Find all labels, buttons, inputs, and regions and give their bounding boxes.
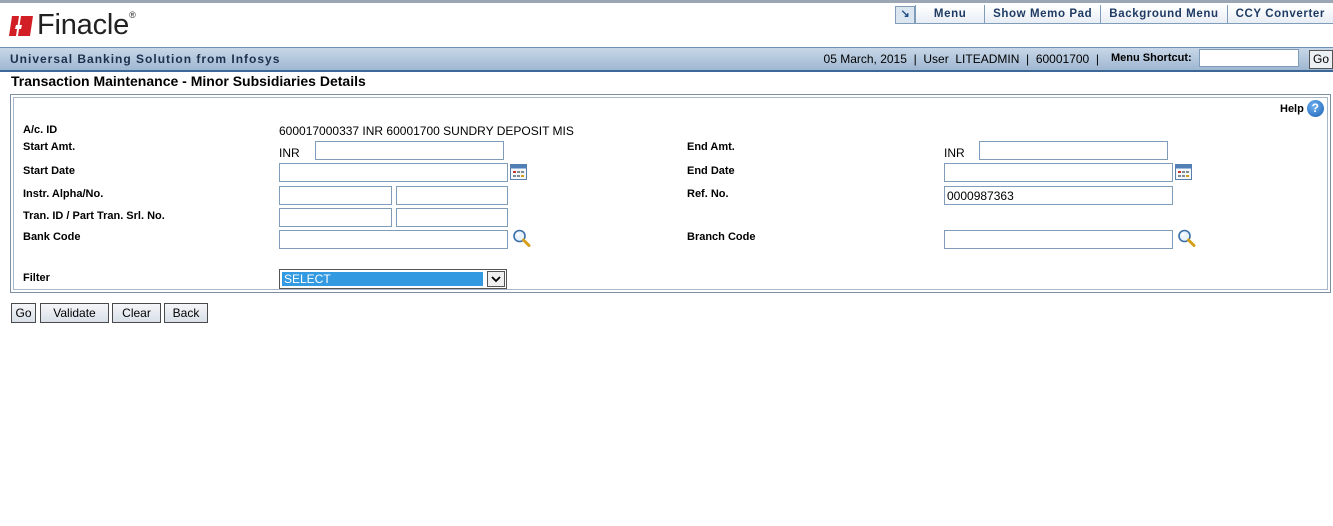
tagline: Universal Banking Solution from Infosys: [10, 52, 281, 66]
filter-label: Filter: [23, 272, 50, 284]
show-memo-pad-link[interactable]: Show Memo Pad: [984, 5, 1101, 23]
bank-code-search-icon[interactable]: [512, 229, 532, 247]
clear-button[interactable]: Clear: [112, 303, 161, 323]
back-button[interactable]: Back: [164, 303, 208, 323]
menu-shortcut-go-button[interactable]: Go: [1309, 50, 1333, 69]
part-tran-srl-no-input[interactable]: [396, 208, 508, 227]
end-date-calendar-icon[interactable]: [1175, 164, 1192, 180]
start-amt-currency: INR: [279, 146, 300, 160]
start-date-calendar-icon[interactable]: [510, 164, 527, 180]
end-amt-currency: INR: [944, 146, 965, 160]
help-label[interactable]: Help: [1280, 103, 1304, 115]
chevron-down-icon[interactable]: [487, 271, 505, 287]
finacle-logo: Finacle®: [8, 8, 136, 42]
ref-no-input[interactable]: 0000987363: [944, 186, 1173, 205]
logo-text: Finacle®: [37, 9, 136, 41]
menu-arrow-icon[interactable]: ↘: [895, 6, 916, 24]
instr-no-input[interactable]: [396, 186, 508, 205]
start-date-input[interactable]: [279, 163, 508, 182]
ac-id-value: 600017000337 INR 60001700 SUNDRY DEPOSIT…: [279, 124, 574, 138]
branch-code-label: Branch Code: [687, 231, 756, 243]
end-amt-label: End Amt.: [687, 141, 735, 153]
instr-alpha-no-label: Instr. Alpha/No.: [23, 188, 104, 200]
ac-id-label: A/c. ID: [23, 124, 58, 136]
session-status: 05 March, 2015 | User LITEADMIN | 600017…: [823, 52, 1099, 66]
start-amt-input[interactable]: [315, 141, 504, 160]
start-date-label: Start Date: [23, 165, 75, 177]
branch-code-input[interactable]: [944, 230, 1173, 249]
menu-shortcut-input[interactable]: [1199, 49, 1299, 67]
help-icon[interactable]: ?: [1306, 100, 1324, 117]
branch-code-search-icon[interactable]: [1177, 229, 1197, 247]
help-link[interactable]: Help ?: [1280, 100, 1324, 117]
instr-alpha-input[interactable]: [279, 186, 392, 205]
tran-id-label: Tran. ID / Part Tran. Srl. No.: [23, 210, 165, 222]
background-menu-link[interactable]: Background Menu: [1100, 5, 1227, 23]
bank-code-input[interactable]: [279, 230, 508, 249]
start-amt-label: Start Amt.: [23, 141, 76, 153]
filter-select[interactable]: SELECT: [279, 269, 507, 289]
header-status-bar: Universal Banking Solution from Infosys …: [0, 47, 1333, 72]
bank-code-label: Bank Code: [23, 231, 81, 243]
go-button[interactable]: Go: [11, 303, 36, 323]
menu-shortcut-label: Menu Shortcut:: [1111, 52, 1192, 64]
end-date-input[interactable]: [944, 163, 1173, 182]
ref-no-label: Ref. No.: [687, 188, 729, 200]
end-date-label: End Date: [687, 165, 735, 177]
filter-selected-value[interactable]: SELECT: [282, 272, 483, 286]
ccy-converter-link[interactable]: CCY Converter: [1226, 5, 1333, 23]
validate-button[interactable]: Validate: [40, 303, 109, 323]
tran-id-input[interactable]: [279, 208, 392, 227]
top-divider: [0, 0, 1333, 3]
finacle-logo-mark-icon: [8, 12, 34, 38]
end-amt-input[interactable]: [979, 141, 1168, 160]
menu-link[interactable]: Menu: [915, 5, 985, 23]
page-title: Transaction Maintenance - Minor Subsidia…: [11, 73, 366, 89]
top-menu-bar: ↘ Menu Show Memo Pad Background Menu CCY…: [895, 5, 1333, 24]
